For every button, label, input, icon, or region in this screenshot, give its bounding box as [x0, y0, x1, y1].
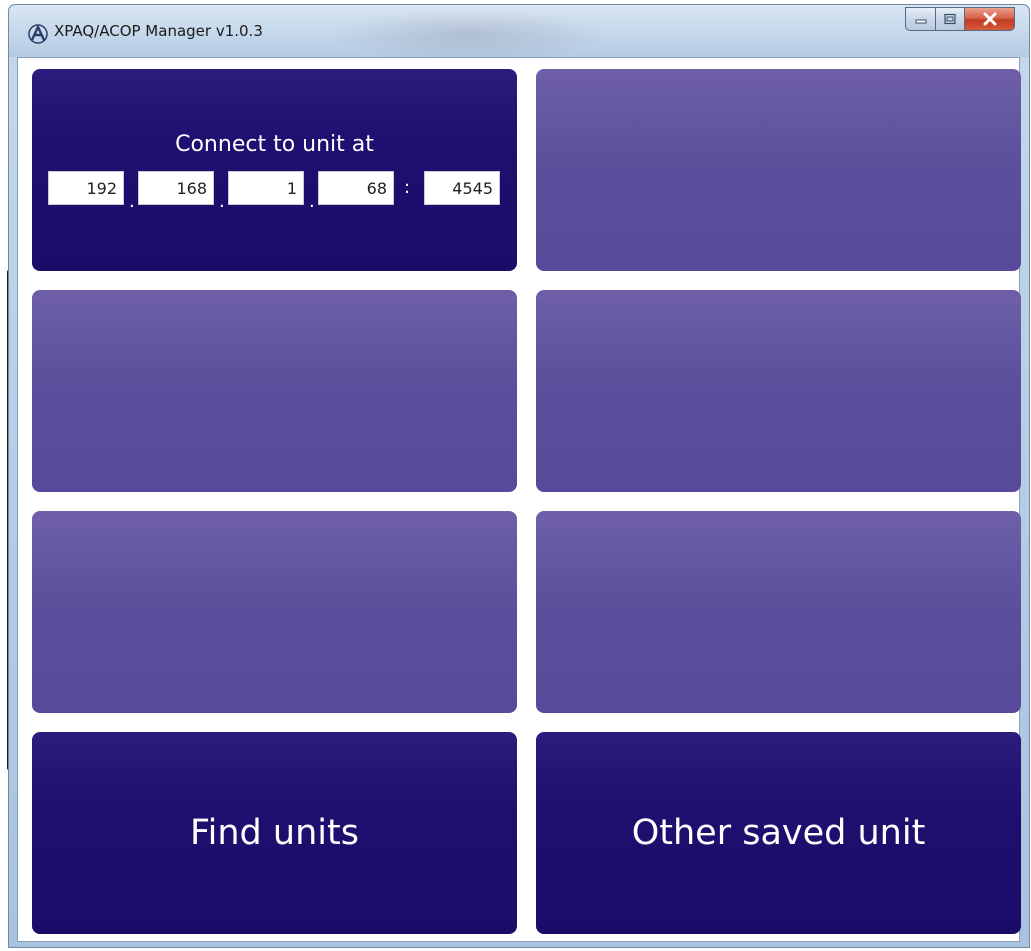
minimize-button[interactable]	[905, 7, 935, 31]
app-window: XPAQ/ACOP Manager v1.0.3 Connect to unit…	[8, 4, 1030, 948]
ip-octet-4-input[interactable]	[318, 171, 394, 205]
minimize-icon	[915, 19, 926, 24]
saved-unit-slot[interactable]	[536, 69, 1021, 271]
client-area: Connect to unit at . . . : Find units Ot…	[17, 57, 1021, 942]
saved-unit-slot[interactable]	[536, 290, 1021, 492]
app-logo-a-icon	[28, 24, 48, 44]
ip-dot-separator: .	[219, 191, 225, 212]
close-button[interactable]	[965, 7, 1015, 31]
saved-unit-slot[interactable]	[536, 511, 1021, 713]
saved-unit-slot[interactable]	[32, 290, 517, 492]
close-icon	[983, 12, 996, 26]
ip-octet-1-input[interactable]	[48, 171, 124, 205]
connect-label: Connect to unit at	[175, 132, 374, 157]
maximize-icon	[944, 13, 956, 25]
window-title: XPAQ/ACOP Manager v1.0.3	[54, 22, 263, 40]
maximize-button[interactable]	[935, 7, 965, 31]
ip-octet-3-input[interactable]	[228, 171, 304, 205]
title-bar[interactable]: XPAQ/ACOP Manager v1.0.3	[9, 5, 1029, 57]
ip-octet-2-input[interactable]	[138, 171, 214, 205]
find-units-button[interactable]: Find units	[32, 732, 517, 934]
window-controls	[905, 7, 1015, 31]
ip-dot-separator: .	[309, 191, 315, 212]
find-units-label: Find units	[190, 813, 359, 853]
connect-tile: Connect to unit at . . . :	[32, 69, 517, 271]
saved-unit-slot[interactable]	[32, 511, 517, 713]
port-colon-separator: :	[404, 177, 411, 198]
other-saved-unit-label: Other saved unit	[631, 813, 926, 853]
port-input[interactable]	[424, 171, 500, 205]
ip-dot-separator: .	[129, 191, 135, 212]
other-saved-unit-button[interactable]: Other saved unit	[536, 732, 1021, 934]
